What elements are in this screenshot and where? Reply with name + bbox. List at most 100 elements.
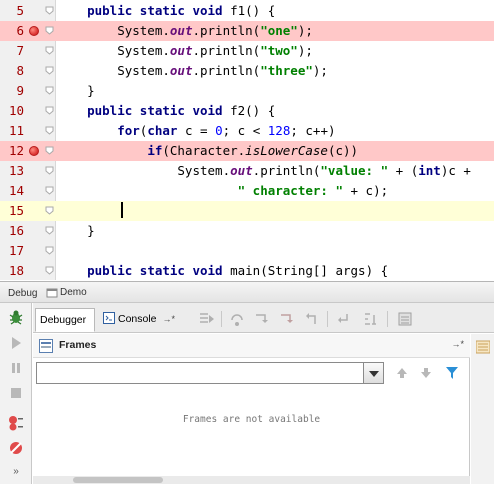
fold-marker-icon[interactable] bbox=[45, 206, 54, 215]
code-text[interactable]: System.out.println("value: " + (int)c + bbox=[57, 161, 471, 181]
fold-marker-icon[interactable] bbox=[45, 226, 54, 235]
fold-marker-icon[interactable] bbox=[45, 126, 54, 135]
code-line[interactable]: 17 bbox=[0, 241, 494, 261]
line-number: 5 bbox=[16, 3, 24, 18]
code-line[interactable]: 8 System.out.println("three"); bbox=[0, 61, 494, 81]
code-token: public static void bbox=[87, 103, 223, 118]
show-execution-point-icon[interactable] bbox=[199, 311, 215, 327]
fold-marker-icon[interactable] bbox=[45, 266, 54, 275]
breakpoint-icon[interactable] bbox=[29, 26, 39, 36]
resume-icon[interactable] bbox=[8, 335, 24, 351]
code-line[interactable]: 7 System.out.println("two"); bbox=[0, 41, 494, 61]
code-line[interactable]: 12 if(Character.isLowerCase(c)) bbox=[0, 141, 494, 161]
line-number: 16 bbox=[8, 223, 24, 238]
code-token: + ( bbox=[388, 163, 419, 178]
code-text[interactable]: public static void f2() { bbox=[57, 101, 275, 121]
fold-marker-icon[interactable] bbox=[45, 26, 54, 35]
debug-tool-window-header: Debug Demo bbox=[0, 281, 494, 303]
code-text[interactable]: if(Character.isLowerCase(c)) bbox=[57, 141, 358, 161]
frames-panel: Frames →* Frames are not available bbox=[33, 334, 470, 484]
step-over-icon[interactable] bbox=[229, 311, 245, 327]
code-token: .println( bbox=[192, 63, 261, 78]
chevron-down-icon[interactable] bbox=[363, 363, 383, 383]
evaluate-expression-icon[interactable] bbox=[397, 311, 413, 327]
step-out-icon[interactable] bbox=[304, 311, 320, 327]
code-line[interactable]: 15 bbox=[0, 201, 494, 221]
fold-marker-icon[interactable] bbox=[45, 166, 54, 175]
code-text[interactable]: System.out.println("three"); bbox=[57, 61, 328, 81]
code-token: " character: " bbox=[237, 183, 343, 198]
toolbar-separator bbox=[221, 311, 222, 327]
code-token: public static void bbox=[87, 263, 223, 278]
code-token: ); bbox=[312, 63, 328, 78]
code-line[interactable]: 11 for(char c = 0; c < 128; c++) bbox=[0, 121, 494, 141]
code-token: System. bbox=[57, 63, 170, 78]
code-line[interactable]: 16 } bbox=[0, 221, 494, 241]
code-text[interactable]: } bbox=[57, 81, 95, 101]
stop-icon[interactable] bbox=[8, 385, 24, 401]
code-token: .println( bbox=[192, 23, 261, 38]
line-number: 17 bbox=[8, 243, 24, 258]
force-step-into-icon[interactable] bbox=[279, 311, 295, 327]
code-token: for bbox=[117, 123, 140, 138]
frames-icon bbox=[39, 339, 53, 353]
code-text[interactable]: } bbox=[57, 221, 95, 241]
variables-panel-collapsed[interactable] bbox=[471, 334, 494, 484]
code-editor[interactable]: 5 public static void f1() {6 System.out.… bbox=[0, 0, 494, 280]
tab-console[interactable]: Console →* bbox=[99, 308, 187, 332]
code-line[interactable]: 9 } bbox=[0, 81, 494, 101]
fold-marker-icon[interactable] bbox=[45, 106, 54, 115]
code-token: (Character. bbox=[162, 143, 246, 158]
mute-breakpoints-icon[interactable] bbox=[8, 440, 24, 456]
fold-marker-icon[interactable] bbox=[45, 246, 54, 255]
code-line[interactable]: 14 " character: " + c); bbox=[0, 181, 494, 201]
code-token: isLowerCase bbox=[245, 143, 328, 158]
filter-icon[interactable] bbox=[445, 366, 459, 380]
frames-empty-message: Frames are not available bbox=[182, 414, 321, 425]
fold-marker-icon[interactable] bbox=[45, 86, 54, 95]
horizontal-scrollbar[interactable] bbox=[33, 476, 470, 484]
code-text[interactable]: " character: " + c); bbox=[57, 181, 389, 201]
code-token: public static void bbox=[87, 3, 223, 18]
code-text[interactable]: System.out.println("two"); bbox=[57, 41, 313, 61]
fold-marker-icon[interactable] bbox=[45, 66, 54, 75]
frames-panel-header: Frames →* bbox=[33, 334, 470, 358]
arrow-down-icon[interactable] bbox=[419, 366, 433, 380]
code-token: out bbox=[169, 23, 193, 38]
frames-pin-button[interactable]: →* bbox=[451, 339, 464, 349]
fold-marker-icon[interactable] bbox=[45, 6, 54, 15]
thread-selector[interactable] bbox=[36, 362, 384, 384]
code-text[interactable]: System.out.println("one"); bbox=[57, 21, 313, 41]
code-line[interactable]: 6 System.out.println("one"); bbox=[0, 21, 494, 41]
breakpoint-icon[interactable] bbox=[29, 146, 39, 156]
run-config-tab[interactable]: Demo bbox=[60, 285, 87, 300]
code-token: 128 bbox=[267, 123, 291, 138]
drop-frame-icon[interactable] bbox=[335, 311, 351, 327]
line-number: 7 bbox=[16, 43, 24, 58]
code-token: + c); bbox=[342, 183, 389, 198]
fold-marker-icon[interactable] bbox=[45, 46, 54, 55]
scrollbar-thumb[interactable] bbox=[73, 477, 163, 483]
code-text[interactable]: public static void main(String[] args) { bbox=[57, 261, 388, 280]
code-token: } bbox=[57, 83, 95, 98]
run-to-cursor-icon[interactable] bbox=[363, 311, 379, 327]
code-text[interactable]: for(char c = 0; c < 128; c++) bbox=[57, 121, 335, 141]
pause-icon[interactable] bbox=[8, 360, 24, 376]
fold-marker-icon[interactable] bbox=[45, 146, 54, 155]
step-into-icon[interactable] bbox=[254, 311, 270, 327]
view-breakpoints-icon[interactable] bbox=[8, 415, 24, 431]
code-line[interactable]: 10 public static void f2() { bbox=[0, 101, 494, 121]
arrow-up-icon[interactable] bbox=[395, 366, 409, 380]
code-line[interactable]: 18 public static void main(String[] args… bbox=[0, 261, 494, 280]
code-line[interactable]: 13 System.out.println("value: " + (int)c… bbox=[0, 161, 494, 181]
fold-marker-icon[interactable] bbox=[45, 186, 54, 195]
code-text[interactable]: public static void f1() { bbox=[57, 1, 275, 21]
debug-bug-icon[interactable] bbox=[8, 309, 24, 325]
code-line[interactable]: 5 public static void f1() { bbox=[0, 1, 494, 21]
tab-debugger[interactable]: Debugger bbox=[35, 308, 95, 332]
more-actions-icon[interactable]: » bbox=[8, 463, 24, 479]
code-token: char bbox=[147, 123, 178, 138]
